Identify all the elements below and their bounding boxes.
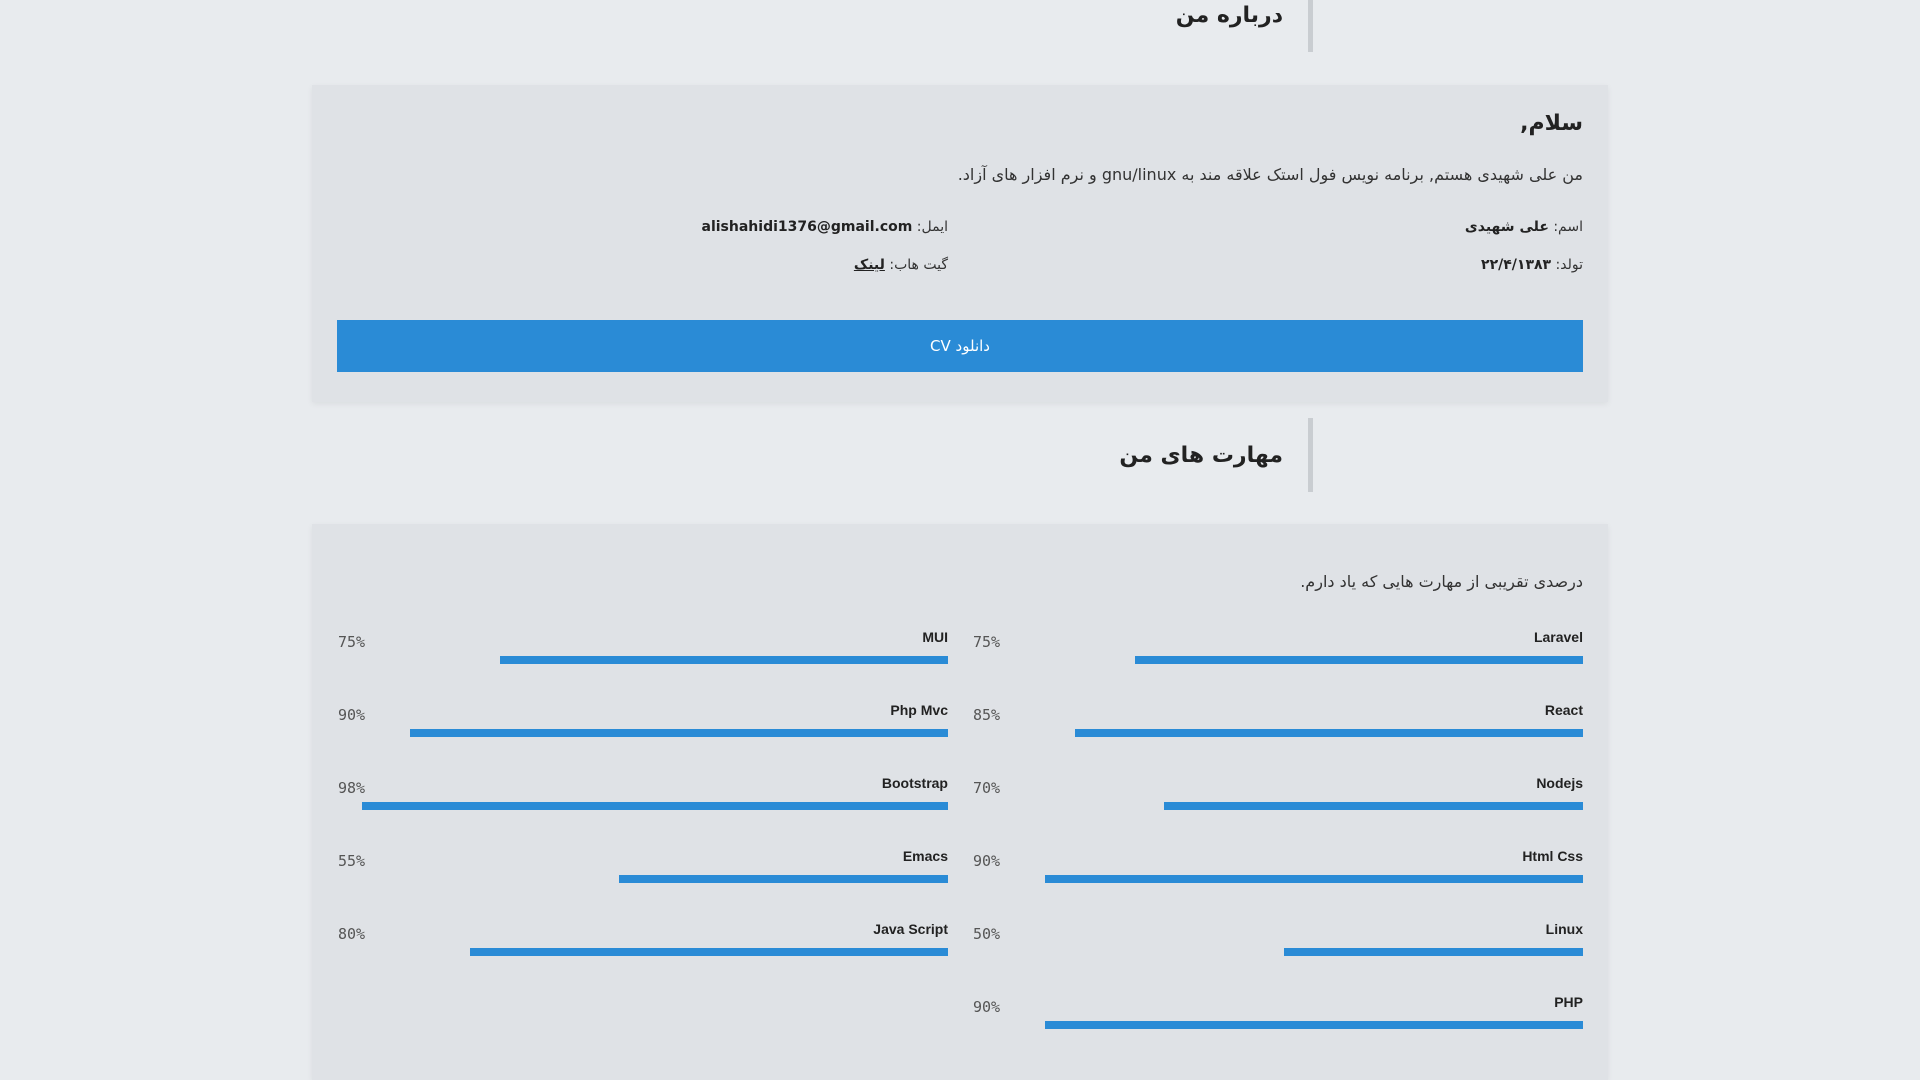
skill-row: Php Mvc 90% xyxy=(338,702,948,762)
skill-progress-track xyxy=(985,1021,1583,1029)
skill-progress-track xyxy=(350,656,948,664)
skill-row: Bootstrap 98% xyxy=(338,775,948,835)
birth-value: ۲۲/۴/۱۳۸۳ xyxy=(1481,257,1552,273)
skill-row: React 85% xyxy=(973,702,1583,762)
skills-card: درصدی تقریبی از مهارت هایی که یاد دارم. … xyxy=(312,524,1608,1080)
page: درباره من سلام, من علی شهیدی هستم, برنام… xyxy=(0,0,1920,1080)
name-info: اسم: علی شهیدی xyxy=(1465,219,1583,235)
skill-name: PHP xyxy=(1554,994,1583,1010)
about-section-title: درباره من xyxy=(1176,0,1313,52)
skill-row: Java Script 80% xyxy=(338,921,948,981)
skill-progress-fill xyxy=(619,875,948,883)
skill-progress-fill xyxy=(1074,729,1583,737)
skill-name: Linux xyxy=(1545,921,1583,937)
name-value: علی شهیدی xyxy=(1464,219,1549,235)
skill-percent: 85% xyxy=(973,706,1001,724)
skill-name: Java Script xyxy=(873,921,948,937)
skill-progress-track xyxy=(985,948,1583,956)
skill-progress-fill xyxy=(361,802,948,810)
birth-info: تولد: ۲۲/۴/۱۳۸۳ xyxy=(1481,257,1583,273)
download-cv-button[interactable]: دانلود CV xyxy=(337,320,1583,372)
skill-name: Laravel xyxy=(1533,629,1583,645)
skill-percent: 55% xyxy=(338,852,366,870)
skill-name: Emacs xyxy=(902,848,948,864)
intro-text: من علی شهیدی هستم, برنامه نویس فول استک … xyxy=(957,165,1583,184)
skill-progress-fill xyxy=(1164,802,1583,810)
skill-name: Html Css xyxy=(1522,848,1583,864)
skill-percent: 98% xyxy=(338,779,366,797)
skill-row: Nodejs 70% xyxy=(973,775,1583,835)
skill-progress-track xyxy=(350,875,948,883)
skill-percent: 70% xyxy=(973,779,1001,797)
skill-row: MUI 75% xyxy=(338,629,948,689)
skill-progress-track xyxy=(350,948,948,956)
skill-progress-track xyxy=(985,656,1583,664)
skill-progress-fill xyxy=(1284,948,1583,956)
email-info: ایمل: alishahidi1376@gmail.com xyxy=(702,219,948,235)
skill-name: MUI xyxy=(922,629,948,645)
skill-percent: 90% xyxy=(973,852,1001,870)
skill-name: Bootstrap xyxy=(881,775,948,791)
about-card: سلام, من علی شهیدی هستم, برنامه نویس فول… xyxy=(312,85,1608,402)
skill-percent: 75% xyxy=(338,633,366,651)
skill-row: Html Css 90% xyxy=(973,848,1583,908)
skill-row: Emacs 55% xyxy=(338,848,948,908)
name-label: اسم: xyxy=(1553,219,1583,235)
skill-percent: 80% xyxy=(338,925,366,943)
email-value: alishahidi1376@gmail.com xyxy=(701,219,913,235)
skill-progress-track xyxy=(985,729,1583,737)
skill-name: Php Mvc xyxy=(890,702,948,718)
skill-progress-fill xyxy=(469,948,948,956)
skills-section-title: مهارت های من xyxy=(1119,418,1313,492)
skill-row: Linux 50% xyxy=(973,921,1583,981)
github-info: گیت هاب: لینک xyxy=(854,257,948,273)
skill-progress-fill xyxy=(499,656,948,664)
skill-percent: 90% xyxy=(338,706,366,724)
greeting-heading: سلام, xyxy=(1520,111,1583,136)
skill-progress-track xyxy=(985,802,1583,810)
skills-heading: مهارت های من xyxy=(1119,442,1283,468)
skill-percent: 90% xyxy=(973,998,1001,1016)
skill-row: PHP 90% xyxy=(973,994,1583,1054)
skill-progress-fill xyxy=(1044,875,1583,883)
skill-percent: 50% xyxy=(973,925,1001,943)
github-link[interactable]: لینک xyxy=(854,257,885,273)
skill-percent: 75% xyxy=(973,633,1001,651)
skill-row: Laravel 75% xyxy=(973,629,1583,689)
skill-name: React xyxy=(1544,702,1583,718)
skill-progress-track xyxy=(350,729,948,737)
birth-label: تولد: xyxy=(1555,257,1583,273)
skill-name: Nodejs xyxy=(1536,775,1583,791)
github-label: گیت هاب: xyxy=(889,257,948,273)
skill-progress-fill xyxy=(1044,1021,1583,1029)
skill-progress-fill xyxy=(1134,656,1583,664)
about-heading: درباره من xyxy=(1175,2,1283,28)
skill-progress-fill xyxy=(409,729,948,737)
skill-progress-track xyxy=(350,802,948,810)
email-label: ایمل: xyxy=(916,219,948,235)
skill-progress-track xyxy=(985,875,1583,883)
skills-description: درصدی تقریبی از مهارت هایی که یاد دارم. xyxy=(1300,572,1583,591)
